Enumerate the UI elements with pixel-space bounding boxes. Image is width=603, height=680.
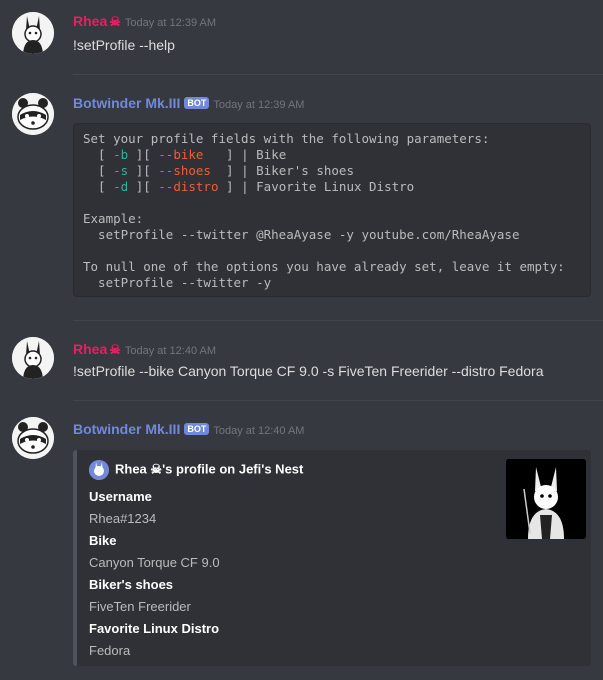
code-example-label: Example: (83, 211, 144, 226)
embed-field-value: Fedora (89, 643, 131, 658)
param-desc: Favorite Linux Distro (256, 179, 415, 194)
param-long: --bike (158, 147, 219, 162)
timestamp: Today at 12:40 AM (124, 345, 217, 357)
raccoon-avatar-icon (12, 417, 54, 459)
skull-emoji-icon: ☠ (109, 14, 121, 29)
message-text: !setProfile --help (73, 37, 175, 53)
message-rhea-help: Rhea ☠ Today at 12:39 AM !setProfile --hel… (0, 0, 603, 74)
bot-avatar[interactable] (12, 93, 54, 135)
skull-emoji-icon: ☠ (109, 342, 121, 357)
param-long: --distro (158, 179, 219, 194)
author-name-text[interactable]: Botwinder Mk.III (73, 421, 180, 437)
param-desc: Bike (256, 147, 287, 162)
bot-badge: BOT (184, 97, 210, 109)
embed-field-value: FiveTen Freerider (89, 599, 191, 614)
embed-field-value: Rhea#1234 (89, 511, 157, 526)
author-name[interactable]: Rhea ☠ Today at 12:40 AM (73, 341, 216, 358)
profile-embed: Rhea ☠'s profile on Jefi's Nest Username… (73, 450, 591, 666)
raccoon-avatar-icon (12, 93, 54, 135)
author-name[interactable]: Botwinder Mk.III BOT Today at 12:40 AM (73, 421, 304, 437)
skull-emoji-icon: ☠ (150, 461, 163, 477)
param-short: -d (113, 179, 129, 194)
code-example-cmd: setProfile --twitter @RheaAyase -y youtu… (83, 227, 520, 242)
rabbit-avatar-icon (12, 12, 54, 54)
author-name[interactable]: Rhea ☠ Today at 12:39 AM (73, 13, 216, 30)
author-name-text[interactable]: Rhea (73, 13, 107, 29)
author-name[interactable]: Botwinder Mk.III BOT Today at 12:39 AM (73, 95, 304, 111)
author-name-text[interactable]: Botwinder Mk.III (73, 95, 180, 111)
embed-field-value: Canyon Torque CF 9.0 (89, 555, 220, 570)
embed-field-name: Username (89, 489, 152, 504)
timestamp: Today at 12:39 AM (213, 99, 305, 111)
code-param-row: [ -d ][ --distro ] | Favorite Linux Dist… (83, 179, 415, 194)
timestamp: Today at 12:39 AM (124, 17, 217, 29)
code-block: Set your profile fields with the followi… (73, 123, 591, 297)
param-desc: Biker's shoes (256, 163, 354, 178)
rhea-avatar[interactable] (12, 337, 54, 379)
embed-field-name: Bike (89, 533, 117, 548)
rhea-avatar[interactable] (12, 12, 54, 54)
embed-thumbnail[interactable] (506, 459, 586, 539)
param-long: --shoes (158, 163, 219, 178)
rabbit-thumbnail-icon (506, 459, 586, 539)
code-param-row: [ -b ][ --bike ] | Bike (83, 147, 287, 162)
rabbit-mini-icon (89, 460, 109, 480)
author-name-text[interactable]: Rhea (73, 341, 107, 357)
code-param-row: [ -s ][ --shoes ] | Biker's shoes (83, 163, 354, 178)
message-rhea-setprofile: Rhea ☠ Today at 12:40 AM !setProfile --bik… (0, 321, 603, 400)
rabbit-avatar-icon (12, 337, 54, 379)
param-short: -s (113, 163, 129, 178)
code-line-intro: Set your profile fields with the followi… (83, 131, 490, 146)
embed-author-name: Rhea (115, 461, 147, 477)
code-null-cmd: setProfile --twitter -y (83, 275, 272, 290)
embed-field-name: Favorite Linux Distro (89, 621, 220, 636)
timestamp: Today at 12:40 AM (213, 425, 305, 437)
embed-author: Rhea ☠'s profile on Jefi's Nest (89, 460, 303, 480)
bot-badge: BOT (184, 423, 210, 435)
embed-author-rest: 's profile on Jefi's Nest (162, 461, 304, 477)
embed-field-name: Biker's shoes (89, 577, 174, 592)
message-text: !setProfile --bike Canyon Torque CF 9.0 … (73, 363, 544, 379)
param-short: -b (113, 147, 129, 162)
embed-author-avatar (89, 460, 109, 480)
bot-avatar[interactable] (12, 417, 54, 459)
code-null-label: To null one of the options you have alre… (83, 259, 565, 274)
